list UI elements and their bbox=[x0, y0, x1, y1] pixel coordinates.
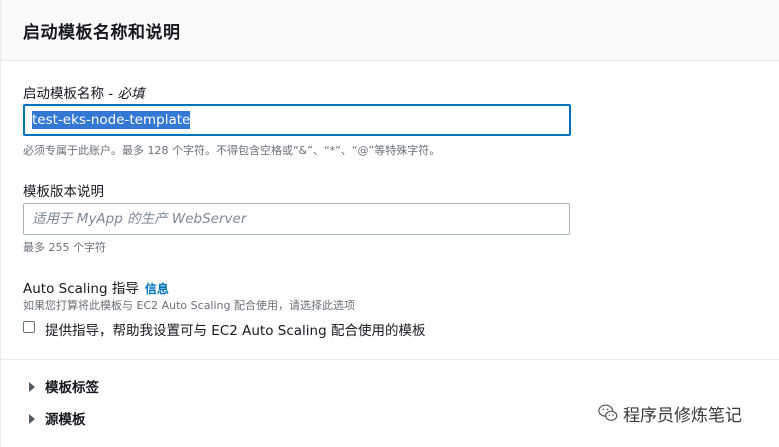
panel-header: 启动模板名称和说明 bbox=[1, 0, 779, 61]
template-name-hint: 必须专属于此账户。最多 128 个字符。不得包含空格或“&”、“*”、“@”等特… bbox=[23, 144, 441, 157]
template-name-input[interactable]: test-eks-node-template bbox=[23, 104, 571, 136]
version-description-input[interactable]: 适用于 MyApp 的生产 WebServer bbox=[23, 203, 570, 235]
version-description-label: 模板版本说明 bbox=[23, 184, 104, 200]
watermark-text: 程序员修炼笔记 bbox=[623, 405, 742, 426]
caret-right-icon bbox=[29, 414, 35, 424]
section-template-tags[interactable]: 模板标签 bbox=[29, 379, 99, 397]
section-source-template[interactable]: 源模板 bbox=[29, 411, 86, 429]
section-source-template-label: 源模板 bbox=[45, 412, 86, 428]
section-divider bbox=[1, 359, 779, 360]
auto-scaling-checkbox[interactable] bbox=[23, 321, 35, 333]
auto-scaling-label: Auto Scaling 指导 信息 bbox=[23, 281, 169, 297]
section-template-tags-label: 模板标签 bbox=[45, 380, 99, 396]
auto-scaling-checkbox-label[interactable]: 提供指导，帮助我设置可与 EC2 Auto Scaling 配合使用的模板 bbox=[45, 319, 425, 339]
info-link[interactable]: 信息 bbox=[145, 282, 169, 296]
panel-title: 启动模板名称和说明 bbox=[23, 23, 181, 43]
auto-scaling-hint: 如果您打算将此模板与 EC2 Auto Scaling 配合使用，请选择此选项 bbox=[23, 299, 355, 312]
wechat-icon bbox=[598, 404, 618, 421]
template-name-value: test-eks-node-template bbox=[32, 111, 191, 129]
version-description-hint: 最多 255 个字符 bbox=[23, 241, 106, 254]
version-description-placeholder: 适用于 MyApp 的生产 WebServer bbox=[32, 211, 247, 227]
watermark: 程序员修炼笔记 bbox=[597, 401, 742, 426]
required-indicator: - 必填 bbox=[104, 86, 145, 102]
caret-right-icon bbox=[29, 382, 35, 392]
template-name-label: 启动模板名称 - 必填 bbox=[23, 86, 145, 102]
launch-template-panel: 启动模板名称和说明 启动模板名称 - 必填 test-eks-node-temp… bbox=[0, 0, 779, 447]
